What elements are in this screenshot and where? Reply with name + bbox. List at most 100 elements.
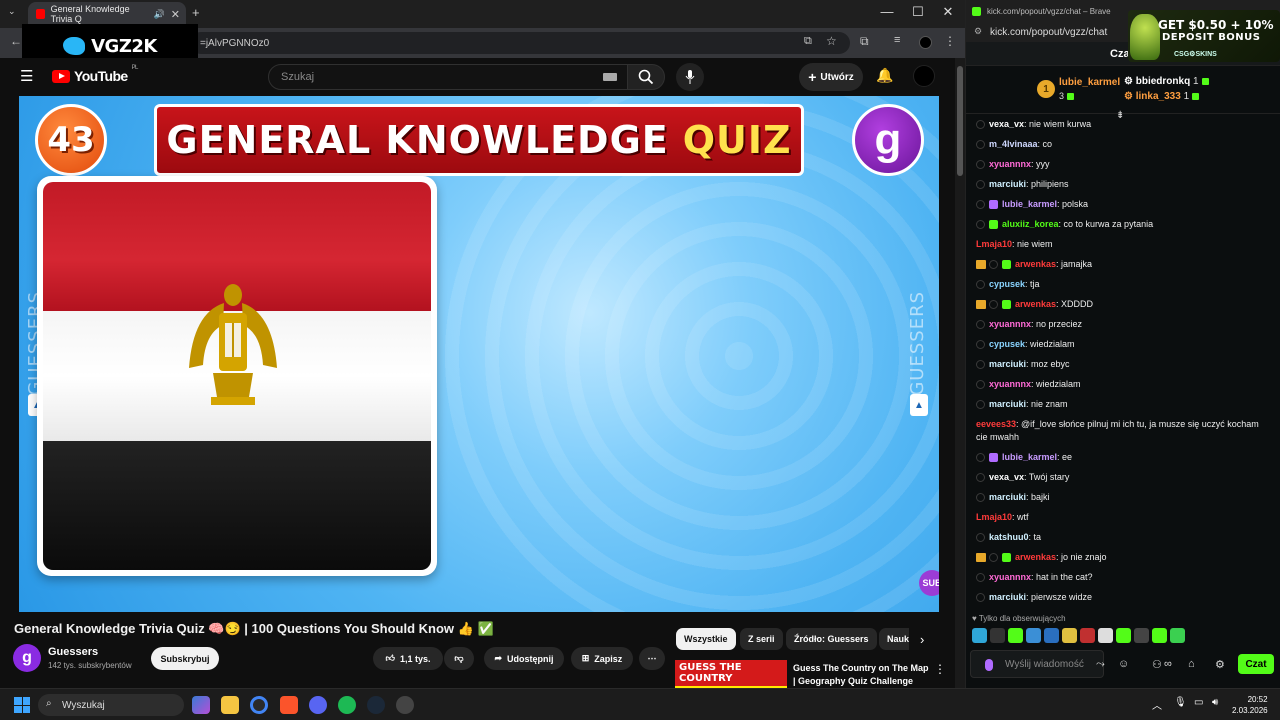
chat-username[interactable]: vexa_vx: [989, 119, 1024, 129]
spotify-icon[interactable]: [338, 696, 356, 714]
maximize-icon[interactable]: ☐: [903, 4, 933, 20]
chat-username[interactable]: cypusek: [989, 339, 1025, 349]
emote-icon[interactable]: [972, 628, 987, 643]
file-explorer-icon[interactable]: [221, 696, 239, 714]
page-scrollbar[interactable]: [955, 58, 965, 688]
store-icon[interactable]: ⌂: [1188, 658, 1195, 670]
chat-username[interactable]: marciuki: [989, 399, 1026, 409]
video-player[interactable]: 43 GENERAL KNOWLEDGE QUIZ g GUESSERS GUE…: [19, 96, 939, 612]
taskbar-search[interactable]: ⌕ Wyszukaj: [38, 694, 184, 716]
rec-more-icon[interactable]: ⋮: [934, 662, 946, 676]
tray-display-icon[interactable]: ▭: [1194, 697, 1203, 708]
close-tab-icon[interactable]: ✕: [171, 8, 180, 21]
emote-icon[interactable]: [1044, 628, 1059, 643]
chip-series[interactable]: Z serii: [740, 628, 783, 650]
promo-banner[interactable]: GET $0.50 + 10% DEPOSIT BONUS CSG⚙SKINS: [1128, 10, 1280, 62]
chat-message-input[interactable]: Wyślij wiadomość: [970, 650, 1104, 678]
chat-username[interactable]: cypusek: [989, 279, 1025, 289]
emote-icon[interactable]: [1062, 628, 1077, 643]
copilot-icon[interactable]: [192, 696, 210, 714]
share-button[interactable]: ➦ Udostępnij: [484, 647, 564, 670]
chat-username[interactable]: marciuki: [989, 359, 1026, 369]
users-icon[interactable]: ⚇: [1152, 658, 1162, 671]
subscribe-watermark[interactable]: SUB: [919, 570, 939, 596]
tray-volume-icon[interactable]: 🔊︎: [1212, 697, 1218, 708]
media-icon[interactable]: ≡: [894, 34, 900, 46]
save-button[interactable]: ⊞ Zapisz: [571, 647, 633, 670]
chat-username[interactable]: Lmaja10: [976, 512, 1012, 522]
chat-username[interactable]: lubie_karmel: [1002, 199, 1057, 209]
chevron-right-icon[interactable]: ›: [920, 632, 924, 647]
channel-avatar[interactable]: g: [13, 644, 41, 672]
chat-username[interactable]: vexa_vx: [989, 472, 1024, 482]
hamburger-icon[interactable]: ☰: [20, 67, 33, 85]
voice-search-button[interactable]: [676, 63, 704, 91]
chat-username[interactable]: arwenkas: [1015, 299, 1056, 309]
emote-icon[interactable]: [990, 628, 1005, 643]
recommended-title[interactable]: Guess The Country on The Map | Geography…: [793, 662, 933, 688]
chat-username[interactable]: katshuu0: [989, 532, 1029, 542]
send-chat-button[interactable]: Czat: [1238, 654, 1274, 674]
brave-icon[interactable]: [280, 696, 298, 714]
chat-username[interactable]: xyuannnx: [989, 379, 1031, 389]
leader-1-name[interactable]: lubie_karmel: [1059, 77, 1120, 88]
settings-gear-icon[interactable]: ⚙: [1215, 658, 1225, 671]
emote-icon[interactable]: [1152, 628, 1167, 643]
menu-icon[interactable]: ⋮: [944, 34, 956, 48]
chat-username[interactable]: xyuannnx: [989, 572, 1031, 582]
tray-chevron-icon[interactable]: ︿: [1152, 697, 1162, 712]
taskbar-clock[interactable]: 20:52 2.03.2026: [1232, 694, 1268, 716]
channel-name[interactable]: Guessers: [48, 646, 98, 658]
recommended-thumbnail[interactable]: GUESS THE COUNTRY: [675, 660, 787, 688]
chat-username[interactable]: lubie_karmel: [1002, 452, 1057, 462]
search-input[interactable]: Szukaj: [268, 64, 628, 90]
chat-username[interactable]: arwenkas: [1015, 259, 1056, 269]
dislike-button[interactable]: 👎︎: [444, 647, 474, 670]
windows-start-icon[interactable]: [14, 697, 30, 713]
extensions-icon[interactable]: ⧉: [860, 34, 869, 49]
obs-icon[interactable]: [396, 696, 414, 714]
emote-icon[interactable]: [1080, 628, 1095, 643]
steam-icon[interactable]: [367, 696, 385, 714]
tab-list-icon[interactable]: ⌄: [8, 6, 16, 17]
profile-icon[interactable]: [919, 36, 932, 49]
scrollbar-thumb[interactable]: [957, 66, 963, 176]
infinity-icon[interactable]: ∞: [1164, 658, 1172, 670]
like-button[interactable]: 👍︎ 1,1 tys.: [373, 647, 443, 670]
chat-username[interactable]: marciuki: [989, 492, 1026, 502]
chat-username[interactable]: xyuannnx: [989, 319, 1031, 329]
more-actions-button[interactable]: ⋯: [639, 647, 665, 670]
keyboard-icon[interactable]: [603, 73, 617, 81]
emote-icon[interactable]: [1116, 628, 1131, 643]
chat-username[interactable]: aluxiiz_korea: [1002, 219, 1059, 229]
emoji-icon[interactable]: ☺: [1118, 658, 1129, 670]
chat-username[interactable]: marciuki: [989, 592, 1026, 602]
emote-icon[interactable]: [1026, 628, 1041, 643]
discord-icon[interactable]: [309, 696, 327, 714]
url-field[interactable]: =jAlvPGNNOz0: [190, 32, 850, 54]
chat-username[interactable]: marciuki: [989, 179, 1026, 189]
chat-mic-icon[interactable]: [985, 659, 993, 671]
emote-icon[interactable]: [1170, 628, 1185, 643]
subscribe-button[interactable]: Subskrybuj: [151, 647, 219, 670]
chat-username[interactable]: Lmaja10: [976, 239, 1012, 249]
active-tab[interactable]: General Knowledge Trivia Q 🔊 ✕: [28, 2, 186, 26]
new-tab-icon[interactable]: +: [192, 5, 200, 20]
emote-icon[interactable]: [1008, 628, 1023, 643]
chip-science[interactable]: Nauk: [879, 628, 909, 650]
back-icon[interactable]: ←: [10, 34, 22, 48]
tray-mic-icon[interactable]: 🎙︎: [1174, 697, 1187, 708]
install-icon[interactable]: ⧉: [804, 35, 812, 48]
chip-source[interactable]: Źródło: Guessers: [786, 628, 877, 650]
chat-username[interactable]: m_4lvinaaa: [989, 139, 1038, 149]
chrome-icon[interactable]: [250, 696, 268, 714]
search-button[interactable]: [627, 64, 665, 90]
emote-icon[interactable]: [1098, 628, 1113, 643]
bookmark-star-icon[interactable]: ☆: [826, 34, 837, 48]
chat-username[interactable]: xyuannnx: [989, 159, 1031, 169]
close-window-icon[interactable]: ✕: [933, 4, 963, 20]
emote-icon[interactable]: [1134, 628, 1149, 643]
leader-2-name[interactable]: ⚙ bbiedronkq 1: [1124, 76, 1209, 87]
leader-3-name[interactable]: ⚙ linka_333 1: [1124, 91, 1200, 102]
minimize-icon[interactable]: —: [872, 4, 902, 19]
